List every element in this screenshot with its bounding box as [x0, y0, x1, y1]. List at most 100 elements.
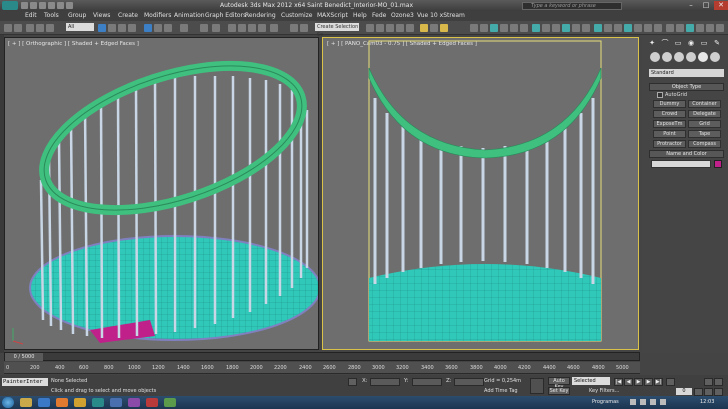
vue-toolbar-icon[interactable]: [470, 24, 478, 32]
curve-editor-icon[interactable]: [386, 24, 394, 32]
menu-item-rendering[interactable]: Rendering: [245, 12, 276, 19]
ozone-toolbar-icon[interactable]: [582, 24, 590, 32]
close-button[interactable]: ✕: [714, 1, 728, 10]
vue-toolbar-icon[interactable]: [500, 24, 508, 32]
motion-tab-icon[interactable]: ◉: [685, 38, 697, 48]
menu-item-customize[interactable]: Customize: [281, 12, 313, 19]
network-tray-icon[interactable]: [630, 399, 636, 405]
orthographic-viewport[interactable]: [ + ] [ Orthographic ] [ Shaded + Edged …: [4, 37, 319, 350]
lights-icon[interactable]: [674, 52, 684, 62]
go-to-end-icon[interactable]: ▶|: [654, 378, 663, 386]
menu-item-graph-editors[interactable]: Graph Editors: [205, 12, 246, 19]
space-warps-icon[interactable]: [710, 52, 720, 62]
rendered-frame-window-icon[interactable]: [430, 24, 438, 32]
object-color-swatch[interactable]: [714, 160, 722, 168]
start-button-icon[interactable]: [2, 397, 14, 408]
exposetm-button[interactable]: ExposeTm: [653, 120, 686, 128]
zoom-icon[interactable]: [704, 378, 713, 386]
key-mode-toggle-icon[interactable]: [666, 378, 675, 386]
open-file-icon[interactable]: [30, 2, 37, 9]
align-icon[interactable]: [300, 24, 308, 32]
snaps-toggle-icon[interactable]: [228, 24, 236, 32]
add-time-tag[interactable]: Add Time Tag: [484, 388, 518, 394]
pivot-center-icon[interactable]: [200, 24, 208, 32]
3dsmax-taskbar-icon[interactable]: [92, 398, 104, 407]
menu-item-views[interactable]: Views: [93, 12, 110, 19]
tape-button[interactable]: Tape: [688, 130, 721, 138]
plugin-toolbar-icon[interactable]: [604, 24, 612, 32]
compass-button[interactable]: Compass: [688, 140, 721, 148]
go-to-start-icon[interactable]: |◀: [614, 378, 623, 386]
select-by-name-icon[interactable]: [108, 24, 116, 32]
dummy-button[interactable]: Dummy: [653, 100, 686, 108]
track-bar[interactable]: 0 200 400 600 800 1000 1200 1400 1600 18…: [4, 362, 640, 374]
zoom-all-icon[interactable]: [714, 378, 723, 386]
geometry-icon[interactable]: [650, 52, 660, 62]
menu-item-animation[interactable]: Animation: [174, 12, 205, 19]
camera-viewport[interactable]: [ + ] [ PANO_Cam03 - 0.75 ] [ Shaded + E…: [322, 37, 639, 350]
menu-item-tools[interactable]: Tools: [44, 12, 59, 19]
app-logo-icon[interactable]: [2, 1, 18, 10]
ozone-toolbar-icon[interactable]: [572, 24, 580, 32]
category-dropdown[interactable]: Standard: [649, 69, 724, 77]
create-tab-icon[interactable]: ✦: [646, 38, 658, 48]
key-filters-button[interactable]: Key Filters...: [589, 388, 619, 394]
angle-snap-icon[interactable]: [238, 24, 246, 32]
protractor-button[interactable]: Protractor: [653, 140, 686, 148]
undo-icon[interactable]: [48, 2, 55, 9]
name-and-color-rollout[interactable]: Name and Color: [649, 150, 724, 158]
delegate-button[interactable]: Delegate: [688, 110, 721, 118]
select-and-scale-icon[interactable]: [164, 24, 172, 32]
plugin-toolbar-icon[interactable]: [654, 24, 662, 32]
plugin-toolbar-icon[interactable]: [624, 24, 632, 32]
percent-snap-icon[interactable]: [248, 24, 256, 32]
new-file-icon[interactable]: [21, 2, 28, 9]
plugin-toolbar-icon[interactable]: [644, 24, 652, 32]
bind-space-warp-icon[interactable]: [46, 24, 54, 32]
minimize-button[interactable]: –: [684, 1, 698, 10]
key-mode-dropdown[interactable]: Selected: [572, 377, 610, 385]
programs-toolbar[interactable]: Programas: [592, 399, 619, 405]
window-crossing-icon[interactable]: [128, 24, 136, 32]
vue-toolbar-icon[interactable]: [510, 24, 518, 32]
previous-frame-icon[interactable]: ◀: [624, 378, 633, 386]
clock[interactable]: 12:03: [700, 399, 714, 405]
app-taskbar-icon[interactable]: [128, 398, 140, 407]
crowd-button[interactable]: Crowd: [653, 110, 686, 118]
grid-button[interactable]: Grid: [688, 120, 721, 128]
menu-item-ozone3[interactable]: Ozone3: [391, 12, 414, 19]
reference-coordinate-icon[interactable]: [180, 24, 188, 32]
menu-item-fede[interactable]: Fede: [372, 12, 386, 19]
select-and-move-icon[interactable]: [144, 24, 152, 32]
time-slider[interactable]: 0 / 5000: [4, 352, 640, 361]
object-name-field[interactable]: [651, 160, 711, 168]
cameras-icon[interactable]: [686, 52, 696, 62]
helpers-icon[interactable]: [698, 52, 708, 62]
key-icon[interactable]: [530, 378, 544, 394]
plugin-toolbar-icon[interactable]: [716, 24, 724, 32]
vue-toolbar-icon[interactable]: [490, 24, 498, 32]
schematic-view-icon[interactable]: [396, 24, 404, 32]
point-button[interactable]: Point: [653, 130, 686, 138]
tray-icon[interactable]: [660, 399, 666, 405]
plugin-toolbar-icon[interactable]: [676, 24, 684, 32]
plugin-toolbar-icon[interactable]: [614, 24, 622, 32]
time-slider-thumb[interactable]: 0 / 5000: [5, 353, 43, 361]
menu-item-modifiers[interactable]: Modifiers: [144, 12, 171, 19]
z-coord-field[interactable]: [454, 378, 484, 386]
plugin-toolbar-icon[interactable]: [686, 24, 694, 32]
ozone-toolbar-icon[interactable]: [542, 24, 550, 32]
plugin-toolbar-icon[interactable]: [666, 24, 674, 32]
ie-taskbar-icon[interactable]: [38, 398, 50, 407]
modify-tab-icon[interactable]: ⌒: [659, 38, 671, 48]
time-configuration-icon[interactable]: [694, 388, 703, 396]
layer-manager-icon[interactable]: [366, 24, 374, 32]
menu-item-maxscript[interactable]: MAXScript: [317, 12, 348, 19]
menu-item-vue[interactable]: Vue 10 xStream: [417, 12, 465, 19]
plugin-toolbar-icon[interactable]: [706, 24, 714, 32]
plugin-toolbar-icon[interactable]: [696, 24, 704, 32]
ozone-toolbar-icon[interactable]: [562, 24, 570, 32]
render-production-icon[interactable]: [440, 24, 448, 32]
current-frame-field[interactable]: 0: [676, 388, 692, 395]
plugin-toolbar-icon[interactable]: [594, 24, 602, 32]
